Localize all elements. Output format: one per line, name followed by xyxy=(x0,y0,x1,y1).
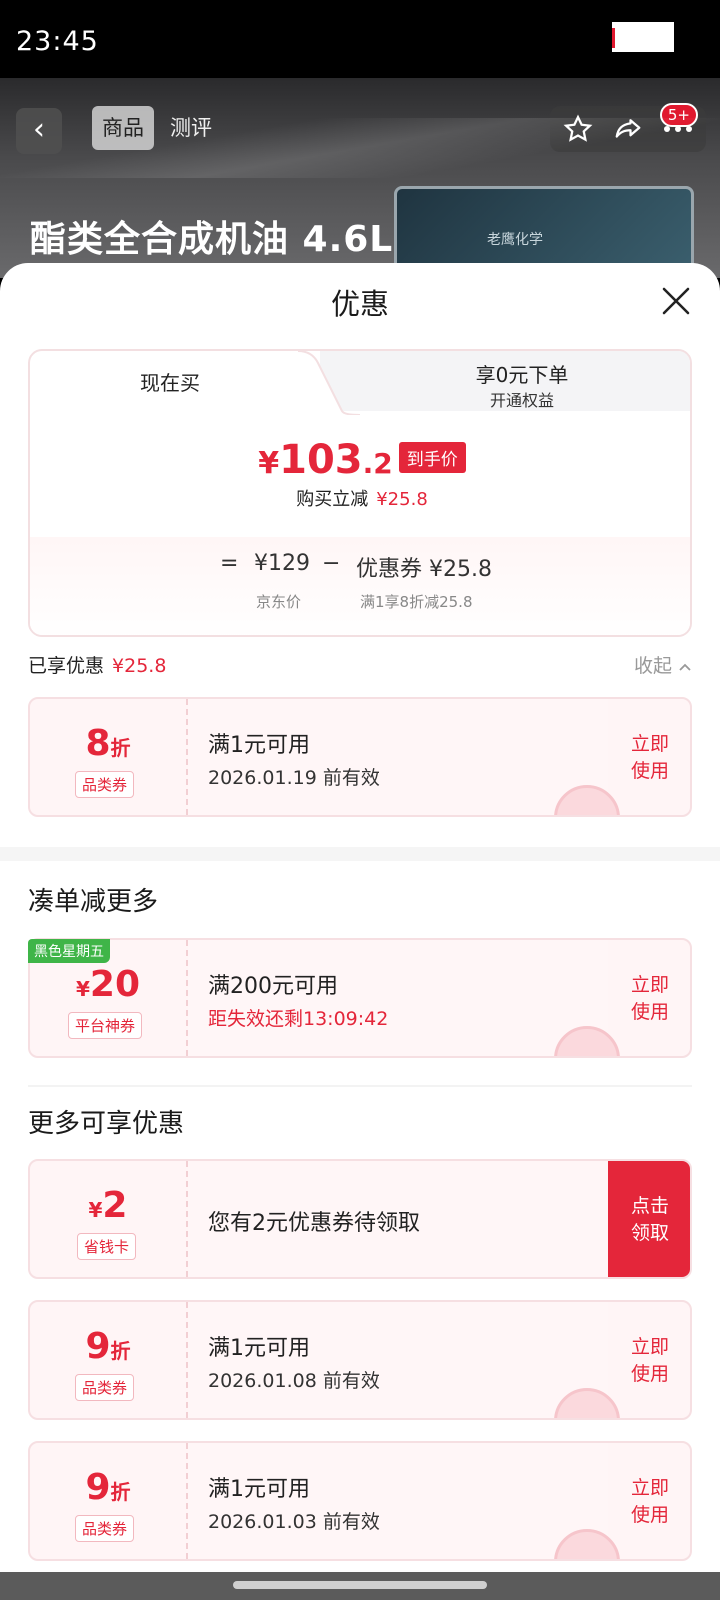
price-currency: ¥ xyxy=(258,446,280,481)
coupon-value-area: ¥2 省钱卡 xyxy=(30,1161,186,1277)
coupon-expiry: 2026.01.08 前有效 xyxy=(208,1370,380,1392)
claim-label: 点击 领取 xyxy=(630,1195,669,1244)
coupon-type: 品类券 xyxy=(75,1515,135,1542)
use-now-label: 立即 使用 xyxy=(630,1336,669,1385)
use-now-button[interactable]: 立即 使用 xyxy=(608,1302,690,1418)
instant-discount-value: ¥25.8 xyxy=(376,489,428,510)
final-price-tag: 到手价 xyxy=(398,442,466,473)
divider xyxy=(28,1085,692,1087)
back-button[interactable]: ‹ xyxy=(16,108,62,154)
coupon-expiry: 2026.01.19 前有效 xyxy=(208,767,380,789)
coupon-type: 省钱卡 xyxy=(77,1233,137,1260)
price-integer: 103 xyxy=(279,437,363,483)
coupon-type: 品类券 xyxy=(75,771,135,798)
coupon-info: 满1元可用 2026.01.03 前有效 xyxy=(188,1443,608,1559)
coupon-value: 9折 xyxy=(85,1467,131,1508)
enjoyed-label: 已享优惠 xyxy=(28,655,105,677)
status-bar: 23:45 xyxy=(0,0,720,78)
coupon-info: 满200元可用 距失效还剩13:09:42 xyxy=(188,940,608,1056)
tab-product[interactable]: 商品 xyxy=(92,106,154,150)
section-title-more: 更多可享优惠 xyxy=(28,1109,185,1139)
chevron-up-icon xyxy=(679,663,691,671)
price-card: 现在买 享0元下单 开通权益 ¥103.2 到手价 购买立减 ¥25.8 = ¥12… xyxy=(28,349,692,637)
claim-button[interactable]: 点击 领取 xyxy=(608,1161,690,1277)
tab-buy-now[interactable]: 现在买 xyxy=(30,367,310,396)
formula-jd-price: ¥129 xyxy=(254,551,310,576)
coupon-value: ¥20 xyxy=(75,964,141,1005)
black-friday-tag: 黑色星期五 xyxy=(28,939,110,963)
coupon-value-area: 8折 品类券 xyxy=(30,699,186,815)
price-decimal: .2 xyxy=(362,447,393,480)
jd-price-label: 京东价 xyxy=(256,593,302,611)
product-tabs: 商品 测评 xyxy=(92,106,222,150)
coupon-value: 9折 xyxy=(85,1326,131,1367)
share-icon[interactable] xyxy=(610,111,646,147)
tab-zero-label: 享0元下单 xyxy=(475,363,569,387)
coupon-value: ¥2 xyxy=(88,1185,128,1226)
use-now-label: 立即 使用 xyxy=(630,1477,669,1526)
collapse-button[interactable]: 收起 xyxy=(634,651,692,678)
coupon-card: 9折 品类券 满1元可用 2026.01.03 前有效 立即 使用 xyxy=(28,1441,692,1561)
coupon-value-area: 9折 品类券 xyxy=(30,1302,186,1418)
coupon-value: 8折 xyxy=(85,723,131,764)
use-now-button[interactable]: 立即 使用 xyxy=(608,940,690,1056)
coupon-card-platform: ¥20 平台神券 满200元可用 距失效还剩13:09:42 立即 使用 xyxy=(28,938,692,1058)
use-now-button[interactable]: 立即 使用 xyxy=(608,699,690,815)
status-time: 23:45 xyxy=(16,26,99,57)
product-title: 酯类全合成机油 4.6L xyxy=(30,219,394,260)
tab-review[interactable]: 测评 xyxy=(160,106,222,150)
collapse-label: 收起 xyxy=(633,655,672,677)
favorite-star-icon[interactable] xyxy=(560,111,596,147)
formula-minus: − xyxy=(322,551,341,576)
coupon-expiry: 2026.01.03 前有效 xyxy=(208,1511,380,1533)
coupon-card: 8折 品类券 满1元可用 2026.01.19 前有效 立即 使用 xyxy=(28,697,692,817)
coupon-info: 您有2元优惠券待领取 xyxy=(188,1161,608,1277)
sheet-title: 优惠 xyxy=(330,287,389,321)
navigation-bar xyxy=(0,1572,720,1600)
coupon-condition: 满1元可用 xyxy=(208,1336,310,1361)
section-gap xyxy=(0,847,720,861)
discount-sheet: 优惠 现在买 享0元下单 开通权益 ¥103.2 到手价 购买立减 ¥25.8 = … xyxy=(0,263,720,1600)
use-now-label: 立即 使用 xyxy=(630,974,669,1023)
formula-coupon: 优惠券 ¥25.8 xyxy=(356,557,492,582)
coupon-card-claim: ¥2 省钱卡 您有2元优惠券待领取 点击 领取 xyxy=(28,1159,692,1279)
formula-equals: = xyxy=(220,551,239,576)
coupon-condition: 满1元可用 xyxy=(208,1477,310,1502)
coupon-type: 品类券 xyxy=(75,1374,135,1401)
section-title-combine: 凑单减更多 xyxy=(28,887,159,917)
use-now-label: 立即 使用 xyxy=(630,733,669,782)
coupon-info: 满1元可用 2026.01.08 前有效 xyxy=(188,1302,608,1418)
coupon-rule: 满1享8折减25.8 xyxy=(360,593,473,611)
home-indicator[interactable] xyxy=(233,1581,487,1589)
instant-discount-label: 购买立减 xyxy=(296,489,369,510)
claim-text: 您有2元优惠券待领取 xyxy=(208,1211,420,1236)
coupon-condition: 满1元可用 xyxy=(208,733,310,758)
close-icon[interactable] xyxy=(660,285,692,317)
final-price: ¥103.2 到手价 xyxy=(30,437,690,483)
notification-badge: 5+ xyxy=(659,103,698,127)
header-actions: 5+ xyxy=(550,103,706,152)
coupon-condition: 满200元可用 xyxy=(208,974,338,999)
product-header: ‹ 商品 测评 5+ 酯类全合成机油 4.6L 老鹰化学 xyxy=(0,78,720,278)
tab-zero-sublabel: 开通权益 xyxy=(489,391,554,410)
battery-icon xyxy=(612,22,674,52)
product-image-brand: 老鹰化学 xyxy=(487,232,543,248)
coupon-countdown: 距失效还剩13:09:42 xyxy=(208,1008,389,1030)
enjoyed-value: ¥25.8 xyxy=(112,655,167,677)
coupon-type: 平台神券 xyxy=(68,1012,143,1039)
coupon-info: 满1元可用 2026.01.19 前有效 xyxy=(188,699,608,815)
coupon-card: 9折 品类券 满1元可用 2026.01.08 前有效 立即 使用 xyxy=(28,1300,692,1420)
coupon-value-area: 9折 品类券 xyxy=(30,1443,186,1559)
enjoyed-discount-row: 已享优惠 ¥25.8 收起 xyxy=(28,651,692,681)
more-icon[interactable]: 5+ xyxy=(659,103,698,147)
instant-discount: 购买立减 ¥25.8 xyxy=(30,485,690,511)
use-now-button[interactable]: 立即 使用 xyxy=(608,1443,690,1559)
